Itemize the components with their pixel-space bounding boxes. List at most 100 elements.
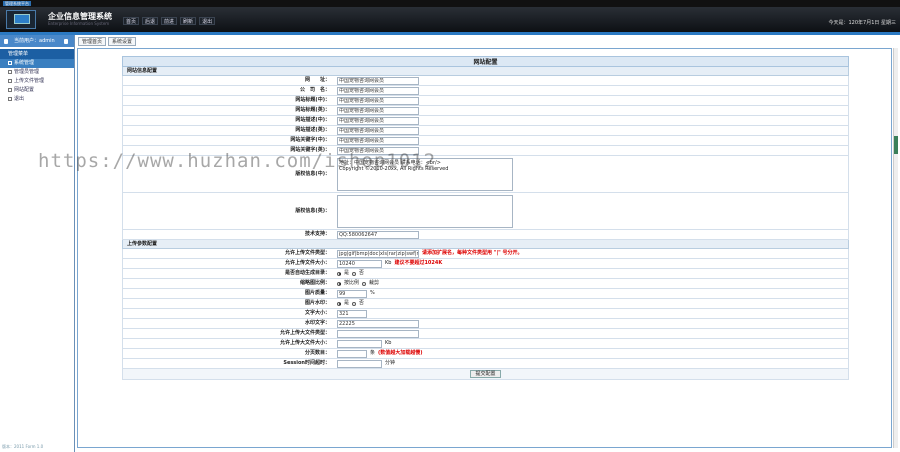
unit-text: Kb (385, 260, 392, 266)
field-label: 图片质量： (304, 290, 330, 296)
copyright-en-textarea[interactable] (337, 194, 513, 228)
radio-label: 是 (344, 300, 350, 306)
watermark-text: https://www.huzhan.com/ishop1012 (38, 150, 437, 172)
auto-dir-yes-radio[interactable] (337, 271, 341, 276)
today-date: 今天是：120年7月1日 星期三 (828, 20, 897, 26)
field-label: 允许上传大文件类型： (279, 330, 330, 336)
radio-label: 否 (359, 300, 365, 306)
quality-input[interactable]: 99 (337, 289, 367, 298)
file-size-input[interactable]: 10240 (337, 259, 382, 268)
top-header: 企业信息管理系统 Enterprise Information System 首… (0, 7, 900, 32)
big-file-types-input[interactable] (337, 329, 419, 338)
file-size-note: 建议不要超过1024K (394, 260, 443, 266)
header-divider (0, 32, 900, 35)
page-size-note: (数值越大加载越慢) (378, 350, 423, 356)
desc-cn-input[interactable]: 中国宠物咨询网会员 (337, 116, 419, 125)
field-label: 版权信息(英)： (295, 208, 330, 214)
field-label: 允许上传文件大小： (284, 260, 330, 266)
form-footer: 提交配置 (122, 369, 849, 380)
field-label: 图片水印： (304, 300, 330, 306)
nav-back-button[interactable]: 后退 (142, 17, 159, 25)
form-title: 网站配置 (122, 56, 849, 67)
doc-icon (8, 69, 12, 74)
radio-label: 裁剪 (369, 280, 380, 286)
field-label: 技术支持： (304, 231, 330, 237)
current-user-text: 当前用户：admin (14, 38, 55, 44)
auto-dir-no-radio[interactable] (352, 271, 357, 276)
watermark-no-radio[interactable] (352, 301, 357, 306)
radio-label: 是 (344, 270, 350, 276)
nav-logout-button[interactable]: 退出 (199, 17, 216, 25)
field-label: 网站关键字(中)： (290, 137, 330, 143)
submit-config-button[interactable]: 提交配置 (470, 370, 501, 378)
nav-forward-button[interactable]: 前进 (161, 17, 178, 25)
field-label: 网站描述(英)： (295, 127, 330, 133)
unit-text: Kb (385, 340, 392, 346)
section-upload: 上传参数配置 (122, 240, 849, 249)
sidebar: 当前用户：admin 管理菜单 系统管理 管理员管理 上传文件管理 网站配置 退… (0, 35, 75, 452)
system-subtitle: Enterprise Information System (48, 21, 110, 26)
file-types-note: 请添加扩展名，每种文件类型用 "|" 号分开。 (422, 250, 523, 256)
field-label: 是否自动生成目录： (284, 270, 330, 276)
content-scrollbar[interactable] (893, 48, 898, 448)
scrollbar-thumb[interactable] (894, 136, 898, 154)
sidebar-item-site-config[interactable]: 网站配置 (0, 86, 74, 95)
field-label: 允许上传文件类型： (284, 250, 330, 256)
watermark-text-input[interactable]: 22225 (337, 319, 419, 328)
thumb-ratio-radio[interactable] (337, 281, 341, 286)
sidebar-item-system[interactable]: 系统管理 (0, 59, 74, 68)
field-label: 公 司 名： (299, 87, 330, 93)
sidebar-item-uploads[interactable]: 上传文件管理 (0, 77, 74, 86)
window-titlebar: 管理系统平台 (0, 0, 900, 7)
field-label: Session时间超时： (283, 360, 330, 366)
thumb-crop-radio[interactable] (362, 281, 367, 286)
field-label: 分页数目： (304, 350, 330, 356)
menu-group-title[interactable]: 管理菜单 (0, 49, 74, 59)
company-name-input[interactable]: 中国宠物咨询网会员 (337, 86, 419, 95)
keywords-cn-input[interactable]: 中国宠物咨询网会员 (337, 136, 419, 145)
file-types-input[interactable]: jpg|gif|bmp|doc|xls|rar|zip|swf|mp3|wma|… (337, 249, 419, 258)
tab-settings[interactable]: 系统设置 (108, 37, 137, 46)
field-label: 缩略图比例： (299, 280, 330, 286)
desc-en-input[interactable]: 中国宠物咨询网会员 (337, 126, 419, 135)
user-icon (64, 39, 68, 44)
font-size-input[interactable]: 321 (337, 309, 367, 318)
field-label: 网 址： (304, 77, 330, 83)
radio-label: 按比例 (344, 280, 360, 286)
unit-text: % (370, 290, 375, 296)
big-file-size-input[interactable] (337, 339, 382, 348)
site-config-form: 网站配置 网站信息配置 网 址： 中国宠物咨询网会员 公 司 名： 中国宠物咨询网会… (122, 56, 849, 380)
field-label: 网站描述(中)： (295, 117, 330, 123)
window-title: 管理系统平台 (3, 1, 31, 6)
title-en-input[interactable]: 中国宠物咨询网会员 (337, 106, 419, 115)
top-nav: 首页 后退 前进 刷新 退出 (123, 17, 216, 25)
content-panel: 网站配置 网站信息配置 网 址： 中国宠物咨询网会员 公 司 名： 中国宠物咨询网会… (77, 48, 892, 448)
doc-icon (8, 78, 12, 83)
sidebar-item-admins[interactable]: 管理员管理 (0, 68, 74, 77)
version-text: 版本：2011 Form 1.0 (2, 444, 44, 449)
current-user: 当前用户：admin (0, 35, 74, 47)
sidebar-item-logout[interactable]: 退出 (0, 95, 74, 104)
section-site-info: 网站信息配置 (122, 67, 849, 76)
site-url-input[interactable]: 中国宠物咨询网会员 (337, 76, 419, 85)
title-cn-input[interactable]: 中国宠物咨询网会员 (337, 96, 419, 105)
unit-text: 分钟 (385, 360, 396, 366)
folder-icon (8, 60, 12, 65)
field-label: 网站标题(中)： (295, 97, 330, 103)
support-input[interactable]: QQ:580062647 (337, 230, 419, 239)
unit-text: 条 (370, 350, 376, 356)
watermark-yes-radio[interactable] (337, 301, 341, 306)
session-timeout-input[interactable] (337, 359, 382, 368)
field-label: 文字大小： (304, 310, 330, 316)
nav-refresh-button[interactable]: 刷新 (180, 17, 197, 25)
radio-label: 否 (359, 270, 365, 276)
field-label: 水印文字： (304, 320, 330, 326)
field-label: 网站标题(英)： (295, 107, 330, 113)
tab-home[interactable]: 管理首页 (78, 37, 107, 46)
doc-icon (8, 87, 12, 92)
tab-bar: 管理首页 系统设置 (78, 37, 137, 46)
page-size-input[interactable] (337, 349, 367, 358)
logo-icon (6, 10, 36, 29)
nav-home-button[interactable]: 首页 (123, 17, 140, 25)
field-label: 允许上传大文件大小： (279, 340, 330, 346)
